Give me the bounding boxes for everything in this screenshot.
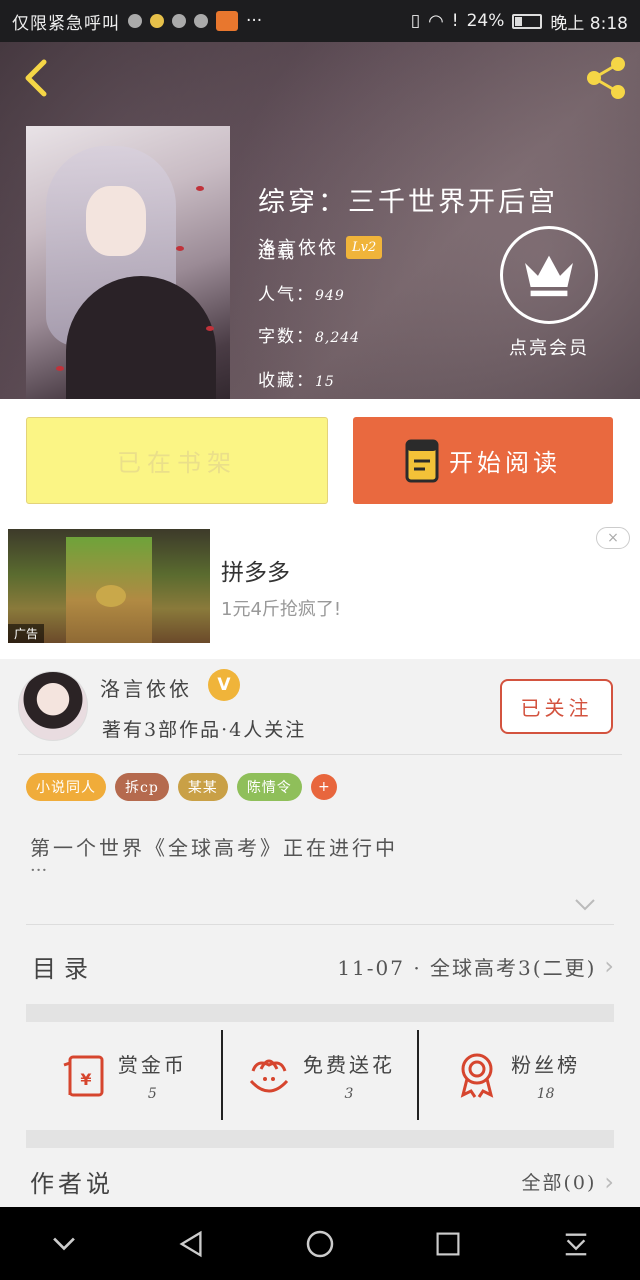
nav-back-button[interactable] [168, 1220, 216, 1268]
word-count: 字数：8,244 [258, 327, 361, 347]
stat-label: 免费送花 [303, 1052, 395, 1077]
more-tags-button[interactable]: + [310, 774, 337, 800]
share-icon [587, 57, 625, 99]
chevron-right-icon: › [604, 952, 614, 980]
send-flower-button[interactable]: 免费送花 3 [220, 1030, 418, 1120]
support-stats: ¥ 赏金币 5 免费送花 3 粉丝榜 18 [26, 1030, 614, 1120]
bulb-icon [150, 14, 164, 28]
author-works: 著有3部作品·4人关注 [102, 719, 307, 741]
flower-icon [249, 1059, 289, 1093]
home-circle-icon [306, 1230, 334, 1257]
tag-list: 小说同人 拆cp 某某 陈情令 + [26, 773, 337, 801]
ad-close-button[interactable]: × [596, 527, 630, 549]
ad-title[interactable]: 拼多多 [221, 553, 290, 587]
author-says-all: 全部(0) [521, 1172, 597, 1194]
chevron-right-icon: › [604, 1167, 614, 1196]
stat-value: 18 [536, 1085, 555, 1102]
chevron-down-icon [53, 1237, 75, 1250]
status-notice: 仅限紧急呼叫 [12, 13, 120, 34]
action-bar: 已在书架 开始阅读 [0, 399, 640, 521]
popularity: 人气：949 [258, 285, 345, 305]
toc-label: 目录 [32, 954, 96, 983]
on-shelf-button[interactable]: 已在书架 [26, 417, 328, 504]
back-button[interactable] [18, 56, 54, 100]
ad-tag: 广告 [8, 624, 45, 643]
tag-item[interactable]: 某某 [177, 773, 228, 801]
avatar[interactable] [18, 671, 88, 741]
start-reading-button[interactable]: 开始阅读 [353, 417, 613, 504]
nav-recents-button[interactable] [424, 1220, 472, 1268]
stat-value: 3 [344, 1085, 354, 1102]
following-button[interactable]: 已关注 [500, 679, 613, 734]
status-bar: 仅限紧急呼叫 ··· ▯ ◠ ! 24% 晚上 8:18 [0, 0, 640, 42]
section-divider [26, 1004, 614, 1022]
pull-down-icon [565, 1233, 587, 1255]
level-badge: Lv2 [346, 235, 383, 259]
triangle-back-icon [179, 1230, 202, 1257]
book-header: 综穿：三千世界开后宫 洛言依依 Lv2 连载 人气：949 字数：8,244 收… [0, 42, 640, 399]
battery-percent: 24% [466, 11, 505, 31]
section-divider [26, 1130, 614, 1148]
stat-label: 粉丝榜 [511, 1052, 581, 1077]
chevron-left-icon [25, 59, 47, 97]
member-label: 点亮会员 [509, 338, 589, 359]
member-button[interactable] [500, 226, 600, 326]
notification-pull-button[interactable] [552, 1220, 600, 1268]
start-reading-label: 开始阅读 [449, 449, 561, 477]
reward-coins-button[interactable]: ¥ 赏金币 5 [26, 1030, 221, 1120]
notification-icon [128, 14, 142, 28]
more-notifications: ··· [246, 11, 263, 31]
video-app-icon [216, 11, 238, 31]
red-envelope-icon: ¥ [63, 1055, 104, 1097]
recents-square-icon [436, 1232, 460, 1255]
latest-chapter: 11-07 · 全球高考3(二更) [337, 955, 597, 980]
tag-item[interactable]: 拆cp [115, 773, 169, 801]
favorites-count: 收藏：15 [258, 371, 335, 391]
ad-image[interactable]: 广告 [8, 529, 210, 643]
book-icon [405, 439, 439, 482]
divider [26, 924, 614, 925]
status-time: 晚上 8:18 [550, 13, 628, 34]
verified-badge: V [208, 669, 240, 701]
tag-item[interactable]: 陈情令 [236, 773, 302, 801]
wifi-icon: ◠ [428, 10, 444, 32]
notification-icon [194, 14, 208, 28]
vibrate-icon: ▯ [410, 11, 421, 31]
lock-icon [172, 14, 186, 28]
author-says-row[interactable]: 作者说 全部(0) › [26, 1164, 614, 1199]
book-title: 综穿：三千世界开后宫 [258, 187, 558, 218]
tag-item[interactable]: 小说同人 [26, 773, 106, 801]
author-card: 洛言依依 V 著有3部作品·4人关注 已关注 [18, 659, 622, 755]
chevron-down-icon[interactable] [574, 898, 596, 912]
system-nav-bar [0, 1207, 640, 1280]
svg-text:¥: ¥ [80, 1070, 91, 1089]
share-button[interactable] [582, 54, 630, 102]
book-cover[interactable] [26, 126, 230, 399]
table-of-contents-row[interactable]: 目录 11-07 · 全球高考3(二更) › [26, 930, 614, 1002]
medal-icon [460, 1053, 494, 1098]
stat-value: 5 [147, 1085, 157, 1102]
hide-nav-button[interactable] [40, 1220, 88, 1268]
serial-status: 连载 [258, 243, 296, 263]
author-card-name[interactable]: 洛言依依 [100, 673, 192, 702]
stat-label: 赏金币 [117, 1052, 187, 1077]
crown-icon [525, 255, 573, 297]
fan-ranking-button[interactable]: 粉丝榜 18 [417, 1030, 614, 1120]
ad-banner[interactable]: 广告 × 拼多多 1元4斤抢疯了! [0, 521, 640, 659]
author-says-label: 作者说 [30, 1170, 114, 1198]
ad-subtitle: 1元4斤抢疯了! [221, 599, 342, 620]
alert-icon: ! [451, 11, 459, 31]
battery-icon [512, 13, 543, 29]
nav-home-button[interactable] [296, 1220, 344, 1268]
book-intro: 第一个世界《全球高考》正在进行中 [30, 836, 398, 860]
intro-ellipsis: ··· [30, 860, 48, 881]
